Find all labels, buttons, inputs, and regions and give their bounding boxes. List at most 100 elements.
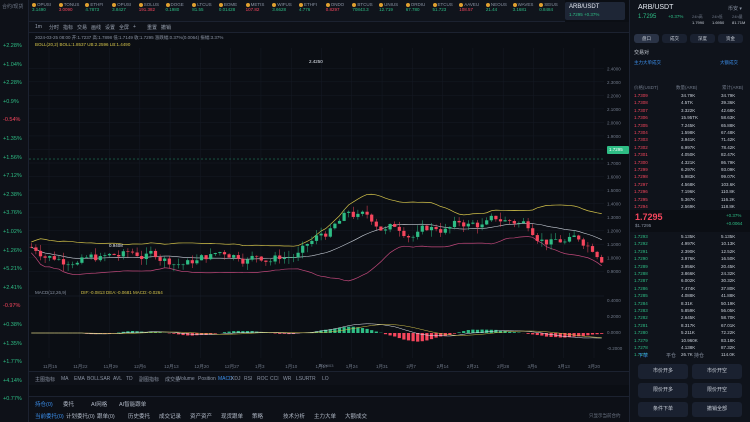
orders-top-tab[interactable]: AI网格	[91, 400, 107, 408]
orders-bottom-tab[interactable]: 技术分析	[283, 412, 305, 420]
ask-row[interactable]: 1.7298 5.983K 99.07K	[633, 174, 745, 180]
bid-row[interactable]: 1.7279 10.960K 83.18K	[633, 338, 745, 344]
toolbar-item[interactable]: +	[133, 24, 136, 30]
ask-row[interactable]: 1.7302 6.997K 78.42K	[633, 145, 745, 151]
ticker-item[interactable]: OPUSI 3.1490	[32, 2, 61, 20]
currency-toggle[interactable]: 币安 ▾	[728, 5, 742, 12]
bid-row[interactable]: 1.7292 4.997K 10.13K	[633, 241, 745, 247]
ticker-item[interactable]: ETCUS 51.723	[432, 2, 462, 20]
indicator-option[interactable]: TD	[126, 376, 133, 382]
orders-bottom-tab[interactable]: 成交记录	[159, 412, 181, 420]
ask-row[interactable]: 1.7303 3.941K 71.42K	[633, 137, 745, 143]
ask-row[interactable]: 1.7309 34.79K 34.79K	[633, 93, 745, 99]
ticker-item[interactable]: OPUSI 3.8427	[112, 2, 141, 20]
indicator-option[interactable]: ROC	[257, 376, 268, 382]
panel-bottom-tab[interactable]: 持仓	[694, 352, 704, 359]
watchlist-change[interactable]: +1.26%	[3, 248, 22, 254]
watchlist-change[interactable]: +2.28%	[3, 43, 22, 49]
indicator-option[interactable]: Position	[198, 376, 216, 382]
ticker-item[interactable]: BOME 0.01428	[218, 2, 248, 20]
bid-row[interactable]: 1.7284 8.31K 50.19K	[633, 301, 745, 307]
toolbar-item[interactable]: 1m	[35, 24, 42, 30]
indicator-option[interactable]: EMA	[74, 376, 85, 382]
ticker-item[interactable]: SOLUS 191.382	[138, 2, 168, 20]
ask-row[interactable]: 1.7305 7.245K 65.88K	[633, 123, 745, 129]
orders-bottom-tab[interactable]: 主力大单	[314, 412, 336, 420]
bid-row[interactable]: 1.7286 7.474K 37.80K	[633, 286, 745, 292]
indicator-option[interactable]: KDJ	[231, 376, 240, 382]
panel-subtab[interactable]: 深度	[690, 34, 715, 43]
bid-row[interactable]: 1.7282 2.645K 58.70K	[633, 315, 745, 321]
ask-row[interactable]: 1.7307 3.322K 42.68K	[633, 108, 745, 114]
watchlist-change[interactable]: +5.21%	[3, 266, 22, 272]
ask-row[interactable]: 1.7296 7.196K 110.8K	[633, 189, 745, 195]
indicator-option[interactable]: LO	[322, 376, 329, 382]
indicator-option[interactable]: CCI	[270, 376, 279, 382]
bid-row[interactable]: 1.7285 4.088K 41.88K	[633, 293, 745, 299]
ask-row[interactable]: 1.7308 4.5TK 39.36K	[633, 100, 745, 106]
bid-row[interactable]: 1.7288 3.866K 24.32K	[633, 271, 745, 277]
bid-row[interactable]: 1.7277 26.7K 114.0K	[633, 352, 745, 358]
toolbar-item[interactable]: 指标	[63, 24, 73, 31]
orders-bottom-tab[interactable]: 当前委托(0)	[35, 412, 64, 420]
toolbar-item[interactable]: 分时	[49, 24, 59, 31]
toolbar-item[interactable]: 画线	[91, 24, 101, 31]
indicator-option[interactable]: 主图指标	[35, 376, 55, 383]
ticker-item[interactable]: ETHFI 4.776	[299, 2, 328, 20]
ticker-item[interactable]: BTCUS 70843.3	[352, 2, 381, 20]
watchlist-change[interactable]: +2.38%	[3, 192, 22, 198]
watchlist-change[interactable]: +1.35%	[3, 341, 22, 347]
orders-top-tab[interactable]: 委托	[63, 400, 74, 408]
bid-row[interactable]: 1.7281 8.317K 67.01K	[633, 323, 745, 329]
bid-row[interactable]: 1.7290 3.976K 16.50K	[633, 256, 745, 262]
ticker-item[interactable]: ORDIU 67.780	[405, 2, 435, 20]
bid-row[interactable]: 1.7278 4.138K 87.32K	[633, 345, 745, 351]
ask-row[interactable]: 1.7300 4.321K 86.79K	[633, 160, 745, 166]
indicator-option[interactable]: 副图指标	[139, 376, 159, 383]
ask-row[interactable]: 1.7304 1.598K 67.48K	[633, 130, 745, 136]
trade-action-button[interactable]: 条件下单	[638, 402, 688, 417]
toolbar-item[interactable]: 撤销	[161, 24, 171, 31]
ask-row[interactable]: 1.7295 5.367K 116.2K	[633, 197, 745, 203]
orders-bottom-tab[interactable]: 跟单(0)	[97, 412, 115, 420]
indicator-option[interactable]: LSUR	[296, 376, 309, 382]
panel-subtab[interactable]: 成交	[662, 34, 687, 43]
watchlist-change[interactable]: +4.14%	[3, 378, 22, 384]
indicator-option[interactable]: BOLL	[87, 376, 100, 382]
ticker-item[interactable]: LTCUS 81.55	[192, 2, 221, 20]
watchlist-change[interactable]: +1.56%	[3, 155, 22, 161]
indicator-option[interactable]: Volume	[178, 376, 195, 382]
ticker-item[interactable]: DOGE 0.1980	[165, 2, 195, 20]
indicator-option[interactable]: WR	[283, 376, 291, 382]
active-pair-tab[interactable]: ARB/USDT 1.7295 +0.37%	[565, 2, 625, 20]
panel-bottom-tab[interactable]: 平仓	[666, 352, 676, 359]
orders-bottom-tab[interactable]: 大额成交	[345, 412, 367, 420]
watchlist-change[interactable]: -0.97%	[3, 303, 20, 309]
summary-right[interactable]: 大额成交	[720, 60, 738, 66]
trade-action-button[interactable]: 市价开空	[692, 364, 742, 379]
ticker-item[interactable]: UNIUS 12.719	[379, 2, 408, 20]
watchlist-change[interactable]: +7.12%	[3, 173, 22, 179]
trade-action-button[interactable]: 限价开空	[692, 383, 742, 398]
toolbar-item[interactable]: 重置	[147, 24, 157, 31]
indicator-option[interactable]: AVL	[113, 376, 122, 382]
watchlist-change[interactable]: +0.9%	[3, 99, 19, 105]
toolbar-item[interactable]: 全屏	[119, 24, 129, 31]
indicator-option[interactable]: RSI	[244, 376, 252, 382]
panel-subtab[interactable]: 盘口	[634, 34, 659, 43]
orders-bottom-tab[interactable]: 资产资产	[190, 412, 212, 420]
panel-bottom-tab[interactable]: 下单	[638, 352, 648, 359]
candlestick-chart[interactable]: 2.40002.30002.20002.10002.00001.90001.80…	[29, 33, 629, 371]
orders-top-tab[interactable]: 持仓(0)	[35, 400, 53, 408]
watchlist-change[interactable]: +0.77%	[3, 396, 22, 402]
orders-bottom-tab[interactable]: 历史委托	[128, 412, 150, 420]
toolbar-item[interactable]: 设置	[105, 24, 115, 31]
indicator-option[interactable]: SAR	[100, 376, 110, 382]
watchlist-change[interactable]: +1.02%	[3, 229, 22, 235]
watchlist-change[interactable]: +1.35%	[3, 136, 22, 142]
ticker-item[interactable]: ETHFI 4.7873	[85, 2, 114, 20]
ticker-item[interactable]: ONDO 0.8297	[325, 2, 355, 20]
ticker-item[interactable]: WAVES 3.1681	[512, 2, 542, 20]
watchlist-change[interactable]: +1.77%	[3, 359, 22, 365]
bid-row[interactable]: 1.7287 6.002K 30.32K	[633, 278, 745, 284]
